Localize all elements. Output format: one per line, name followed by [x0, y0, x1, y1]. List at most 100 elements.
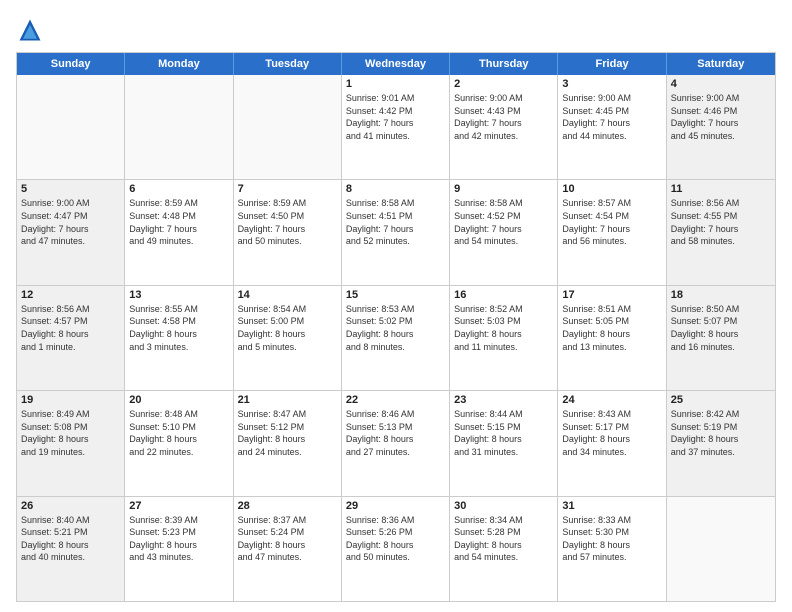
day-info: Sunrise: 8:42 AMSunset: 5:19 PMDaylight:… — [671, 408, 771, 458]
day-number: 15 — [346, 289, 445, 301]
day-cell-24: 24 Sunrise: 8:43 AMSunset: 5:17 PMDayligh… — [558, 391, 666, 495]
day-info: Sunrise: 8:56 AMSunset: 4:57 PMDaylight:… — [21, 303, 120, 353]
day-number: 30 — [454, 500, 553, 512]
empty-cell — [234, 75, 342, 179]
day-info: Sunrise: 8:59 AMSunset: 4:48 PMDaylight:… — [129, 197, 228, 247]
day-number: 25 — [671, 394, 771, 406]
day-info: Sunrise: 9:01 AMSunset: 4:42 PMDaylight:… — [346, 92, 445, 142]
day-cell-12: 12 Sunrise: 8:56 AMSunset: 4:57 PMDayligh… — [17, 286, 125, 390]
day-cell-25: 25 Sunrise: 8:42 AMSunset: 5:19 PMDayligh… — [667, 391, 775, 495]
weekday-header-saturday: Saturday — [667, 53, 775, 75]
day-cell-16: 16 Sunrise: 8:52 AMSunset: 5:03 PMDayligh… — [450, 286, 558, 390]
calendar-wrapper: SundayMondayTuesdayWednesdayThursdayFrid… — [16, 52, 776, 602]
day-number: 6 — [129, 183, 228, 195]
empty-cell — [17, 75, 125, 179]
day-info: Sunrise: 8:51 AMSunset: 5:05 PMDaylight:… — [562, 303, 661, 353]
weekday-header-tuesday: Tuesday — [234, 53, 342, 75]
day-number: 20 — [129, 394, 228, 406]
day-cell-9: 9 Sunrise: 8:58 AMSunset: 4:52 PMDaylight… — [450, 180, 558, 284]
day-cell-5: 5 Sunrise: 9:00 AMSunset: 4:47 PMDaylight… — [17, 180, 125, 284]
day-cell-22: 22Sunrise: 8:46 AMSunset: 5:13 PMDayligh… — [342, 391, 450, 495]
header — [16, 16, 776, 44]
day-cell-21: 21 Sunrise: 8:47 AMSunset: 5:12 PMDayligh… — [234, 391, 342, 495]
day-info: Sunrise: 8:58 AMSunset: 4:52 PMDaylight:… — [454, 197, 553, 247]
day-number: 10 — [562, 183, 661, 195]
day-info: Sunrise: 8:50 AMSunset: 5:07 PMDaylight:… — [671, 303, 771, 353]
day-cell-6: 6 Sunrise: 8:59 AMSunset: 4:48 PMDaylight… — [125, 180, 233, 284]
cal-week-row: 26 Sunrise: 8:40 AMSunset: 5:21 PMDayligh… — [17, 497, 775, 601]
day-number: 27 — [129, 500, 228, 512]
day-info: Sunrise: 9:00 AMSunset: 4:47 PMDaylight:… — [21, 197, 120, 247]
day-number: 2 — [454, 78, 553, 90]
day-number: 5 — [21, 183, 120, 195]
day-info: Sunrise: 8:55 AMSunset: 4:58 PMDaylight:… — [129, 303, 228, 353]
day-cell-26: 26 Sunrise: 8:40 AMSunset: 5:21 PMDayligh… — [17, 497, 125, 601]
day-cell-10: 10 Sunrise: 8:57 AMSunset: 4:54 PMDayligh… — [558, 180, 666, 284]
logo-icon — [16, 16, 44, 44]
day-number: 16 — [454, 289, 553, 301]
logo — [16, 16, 48, 44]
day-number: 26 — [21, 500, 120, 512]
cal-week-row: 5 Sunrise: 9:00 AMSunset: 4:47 PMDaylight… — [17, 180, 775, 285]
day-info: Sunrise: 9:00 AMSunset: 4:43 PMDaylight:… — [454, 92, 553, 142]
day-info: Sunrise: 8:47 AMSunset: 5:12 PMDaylight:… — [238, 408, 337, 458]
day-number: 24 — [562, 394, 661, 406]
day-info: Sunrise: 8:43 AMSunset: 5:17 PMDaylight:… — [562, 408, 661, 458]
day-info: Sunrise: 8:37 AMSunset: 5:24 PMDaylight:… — [238, 514, 337, 564]
day-info: Sunrise: 8:56 AMSunset: 4:55 PMDaylight:… — [671, 197, 771, 247]
day-info: Sunrise: 8:59 AMSunset: 4:50 PMDaylight:… — [238, 197, 337, 247]
weekday-header-friday: Friday — [558, 53, 666, 75]
day-cell-28: 28 Sunrise: 8:37 AMSunset: 5:24 PMDayligh… — [234, 497, 342, 601]
day-cell-15: 15 Sunrise: 8:53 AMSunset: 5:02 PMDayligh… — [342, 286, 450, 390]
day-number: 13 — [129, 289, 228, 301]
weekday-header-thursday: Thursday — [450, 53, 558, 75]
day-number: 19 — [21, 394, 120, 406]
day-number: 21 — [238, 394, 337, 406]
day-cell-7: 7 Sunrise: 8:59 AMSunset: 4:50 PMDaylight… — [234, 180, 342, 284]
day-cell-20: 20 Sunrise: 8:48 AMSunset: 5:10 PMDayligh… — [125, 391, 233, 495]
day-cell-29: 29 Sunrise: 8:36 AMSunset: 5:26 PMDayligh… — [342, 497, 450, 601]
day-info: Sunrise: 8:57 AMSunset: 4:54 PMDaylight:… — [562, 197, 661, 247]
day-info: Sunrise: 9:00 AMSunset: 4:46 PMDaylight:… — [671, 92, 771, 142]
day-info: Sunrise: 8:53 AMSunset: 5:02 PMDaylight:… — [346, 303, 445, 353]
day-number: 28 — [238, 500, 337, 512]
day-info: Sunrise: 8:34 AMSunset: 5:28 PMDaylight:… — [454, 514, 553, 564]
cal-week-row: 12 Sunrise: 8:56 AMSunset: 4:57 PMDayligh… — [17, 286, 775, 391]
day-info: Sunrise: 8:40 AMSunset: 5:21 PMDaylight:… — [21, 514, 120, 564]
day-number: 7 — [238, 183, 337, 195]
day-info: Sunrise: 8:46 AMSunset: 5:13 PMDaylight:… — [346, 408, 445, 458]
day-info: Sunrise: 9:00 AMSunset: 4:45 PMDaylight:… — [562, 92, 661, 142]
day-number: 9 — [454, 183, 553, 195]
day-number: 8 — [346, 183, 445, 195]
empty-cell — [125, 75, 233, 179]
day-info: Sunrise: 8:44 AMSunset: 5:15 PMDaylight:… — [454, 408, 553, 458]
day-cell-13: 13 Sunrise: 8:55 AMSunset: 4:58 PMDayligh… — [125, 286, 233, 390]
day-cell-18: 18 Sunrise: 8:50 AMSunset: 5:07 PMDayligh… — [667, 286, 775, 390]
day-cell-14: 14Sunrise: 8:54 AMSunset: 5:00 PMDayligh… — [234, 286, 342, 390]
day-number: 12 — [21, 289, 120, 301]
day-number: 31 — [562, 500, 661, 512]
weekday-header-monday: Monday — [125, 53, 233, 75]
day-cell-3: 3 Sunrise: 9:00 AMSunset: 4:45 PMDaylight… — [558, 75, 666, 179]
day-cell-19: 19 Sunrise: 8:49 AMSunset: 5:08 PMDayligh… — [17, 391, 125, 495]
day-number: 17 — [562, 289, 661, 301]
day-info: Sunrise: 8:39 AMSunset: 5:23 PMDaylight:… — [129, 514, 228, 564]
day-cell-30: 30 Sunrise: 8:34 AMSunset: 5:28 PMDayligh… — [450, 497, 558, 601]
page: SundayMondayTuesdayWednesdayThursdayFrid… — [0, 0, 792, 612]
day-number: 11 — [671, 183, 771, 195]
weekday-header-wednesday: Wednesday — [342, 53, 450, 75]
calendar-header-row: SundayMondayTuesdayWednesdayThursdayFrid… — [17, 53, 775, 75]
day-info: Sunrise: 8:52 AMSunset: 5:03 PMDaylight:… — [454, 303, 553, 353]
day-cell-4: 4 Sunrise: 9:00 AMSunset: 4:46 PMDaylight… — [667, 75, 775, 179]
day-number: 29 — [346, 500, 445, 512]
day-info: Sunrise: 8:48 AMSunset: 5:10 PMDaylight:… — [129, 408, 228, 458]
day-number: 1 — [346, 78, 445, 90]
day-number: 18 — [671, 289, 771, 301]
day-info: Sunrise: 8:36 AMSunset: 5:26 PMDaylight:… — [346, 514, 445, 564]
day-info: Sunrise: 8:33 AMSunset: 5:30 PMDaylight:… — [562, 514, 661, 564]
empty-cell — [667, 497, 775, 601]
day-cell-17: 17 Sunrise: 8:51 AMSunset: 5:05 PMDayligh… — [558, 286, 666, 390]
day-number: 4 — [671, 78, 771, 90]
day-info: Sunrise: 8:49 AMSunset: 5:08 PMDaylight:… — [21, 408, 120, 458]
day-number: 3 — [562, 78, 661, 90]
